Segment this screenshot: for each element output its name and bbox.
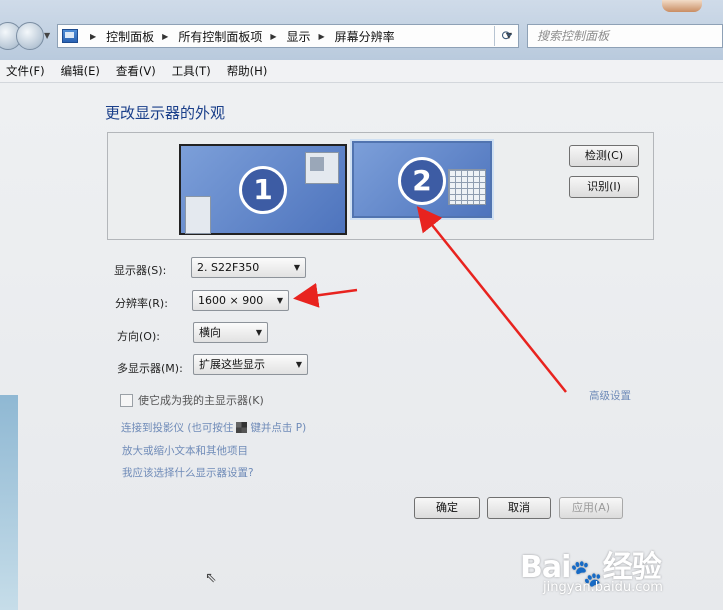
- watermark-site: jingyan.baidu.com: [543, 580, 663, 595]
- breadcrumb-item[interactable]: 控制面板: [104, 28, 156, 45]
- breadcrumb-item[interactable]: 显示: [285, 28, 313, 45]
- baidu-watermark: Bai🐾经验 jingyan.baidu.com: [520, 542, 663, 595]
- control-panel-icon: [62, 29, 78, 43]
- display-select-value: 2. S22F350: [197, 261, 260, 274]
- chevron-down-icon: ▼: [293, 263, 300, 272]
- chevron-right-icon[interactable]: ▶: [162, 32, 168, 41]
- orientation-select[interactable]: 横向 ▼: [193, 322, 268, 343]
- projector-link[interactable]: 连接到投影仪 (也可按住 键并点击 P): [121, 420, 306, 435]
- calculator-thumbnail: [448, 169, 486, 205]
- forward-arrow-icon[interactable]: [16, 22, 44, 50]
- window-close-knob[interactable]: [662, 0, 702, 12]
- resolution-label: 分辨率(R):: [115, 297, 168, 310]
- breadcrumb[interactable]: ▶ 控制面板 ▶ 所有控制面板项 ▶ 显示 ▶ 屏幕分辨率 ▼: [57, 24, 519, 48]
- resolution-select-value: 1600 × 900: [198, 294, 264, 307]
- primary-display-checkbox[interactable]: [120, 393, 133, 407]
- display-select[interactable]: 2. S22F350 ▼: [191, 257, 306, 278]
- chevron-down-icon: ▼: [255, 328, 262, 337]
- menu-tools[interactable]: 工具(T): [172, 63, 211, 79]
- menu-help[interactable]: 帮助(H): [227, 63, 268, 79]
- mouse-cursor-icon: ⇖: [205, 570, 217, 586]
- text-size-link[interactable]: 放大或缩小文本和其他项目: [122, 443, 248, 458]
- multiple-displays-select-value: 扩展这些显示: [199, 358, 265, 371]
- chevron-right-icon[interactable]: ▶: [270, 32, 276, 41]
- advanced-settings-link[interactable]: 高级设置: [589, 388, 631, 403]
- monitor-1[interactable]: 1: [179, 144, 347, 235]
- history-dropdown-icon[interactable]: ▼: [44, 31, 50, 40]
- window-thumbnail: [185, 196, 211, 234]
- page-title: 更改显示器的外观: [105, 104, 226, 122]
- menu-view[interactable]: 查看(V): [116, 63, 156, 79]
- apply-button[interactable]: 应用(A): [559, 497, 623, 519]
- address-bar: ▼ ▶ 控制面板 ▶ 所有控制面板项 ▶ 显示 ▶ 屏幕分辨率 ▼ ⟳ 搜索控制…: [0, 0, 723, 60]
- chevron-right-icon[interactable]: ▶: [90, 32, 96, 41]
- monitor-2[interactable]: 2: [350, 139, 494, 220]
- chevron-down-icon: ▼: [276, 296, 283, 305]
- projector-link-text: 连接到投影仪 (也可按住: [121, 422, 234, 434]
- refresh-icon[interactable]: ⟳: [494, 26, 519, 46]
- desktop-edge: [0, 395, 18, 610]
- display-settings-help-link[interactable]: 我应该选择什么显示器设置?: [122, 465, 254, 480]
- monitor-number-badge: 1: [239, 166, 287, 214]
- menu-edit[interactable]: 编辑(E): [61, 63, 100, 79]
- multiple-displays-select[interactable]: 扩展这些显示 ▼: [193, 354, 308, 375]
- search-input[interactable]: 搜索控制面板: [527, 24, 723, 48]
- primary-display-label: 使它成为我的主显示器(K): [138, 394, 264, 407]
- multiple-displays-label: 多显示器(M):: [117, 362, 183, 375]
- windows-logo-icon: [236, 422, 248, 433]
- detect-button[interactable]: 检测(C): [569, 145, 639, 167]
- primary-display-row[interactable]: 使它成为我的主显示器(K): [120, 392, 264, 408]
- menu-file[interactable]: 文件(F): [6, 63, 45, 79]
- projector-link-suffix: 键并点击 P): [250, 422, 307, 434]
- identify-button[interactable]: 识别(I): [569, 176, 639, 198]
- breadcrumb-item[interactable]: 屏幕分辨率: [333, 28, 397, 45]
- breadcrumb-item[interactable]: 所有控制面板项: [176, 28, 264, 45]
- orientation-label: 方向(O):: [117, 330, 160, 343]
- chevron-right-icon[interactable]: ▶: [319, 32, 325, 41]
- orientation-select-value: 横向: [199, 326, 221, 339]
- display-label: 显示器(S):: [114, 264, 167, 277]
- monitor-number-badge: 2: [398, 157, 446, 205]
- ok-button[interactable]: 确定: [414, 497, 480, 519]
- window-thumbnail: [305, 152, 339, 184]
- resolution-select[interactable]: 1600 × 900 ▼: [192, 290, 289, 311]
- menu-bar: 文件(F) 编辑(E) 查看(V) 工具(T) 帮助(H): [0, 60, 723, 83]
- chevron-down-icon: ▼: [295, 360, 302, 369]
- cancel-button[interactable]: 取消: [487, 497, 551, 519]
